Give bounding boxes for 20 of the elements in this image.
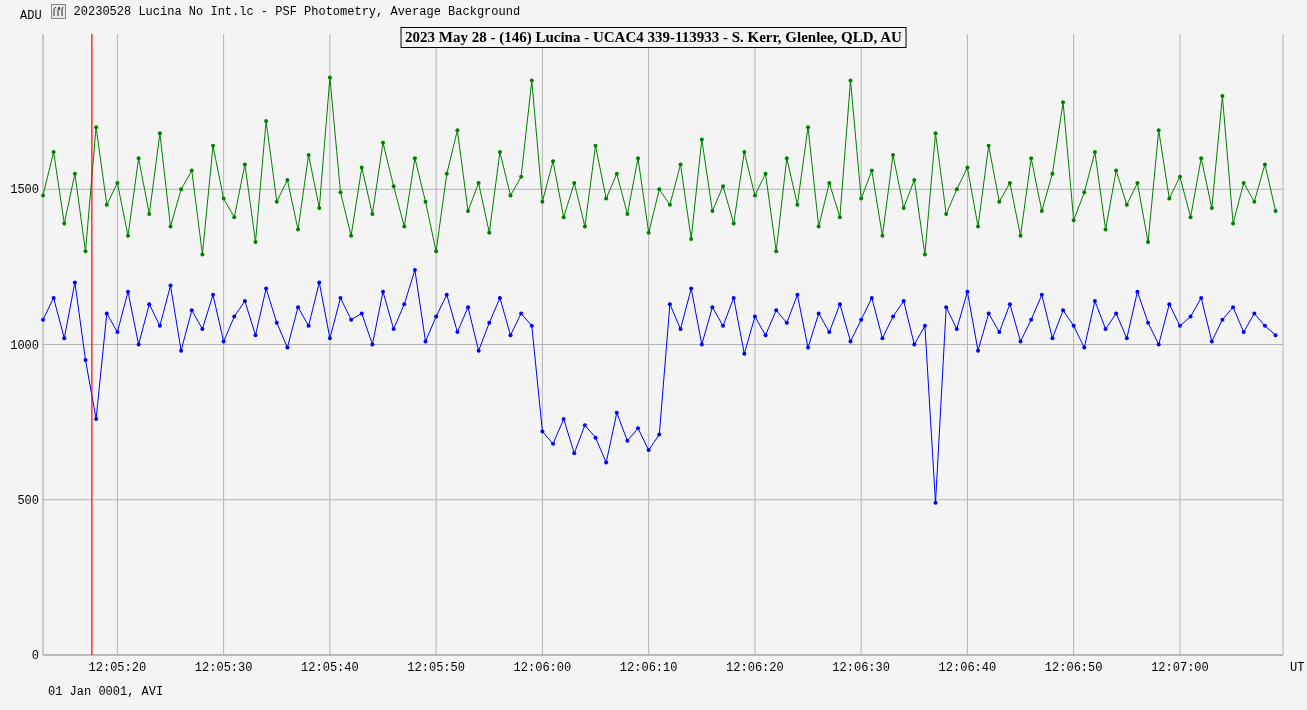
axis-label: UT [1290,661,1305,675]
tick-label: 1000 [10,338,39,353]
tick-label: 12:06:40 [938,661,997,675]
window-title: 20230528 Lucina No Int.lc - PSF Photometry, Average Background [73,5,521,19]
tick-label: 12:06:30 [832,661,890,675]
axis-label: ADU [20,10,42,22]
tick-label: 12:05:30 [194,661,253,675]
tick-label: 500 [17,493,39,508]
footer-text: 01 Jan 0001, AVI [48,685,165,699]
tick-label: 12:05:20 [88,661,147,675]
tick-label: 12:07:00 [1151,661,1209,675]
tick-label: 12:06:00 [513,661,572,675]
tick-label: 12:06:20 [726,661,784,675]
chart-title: 2023 May 28 - (146) Lucina - UCAC4 339-113933 - S. Kerr, Glenlee, QLD, AU [400,27,907,48]
tick-label: 12:06:10 [619,661,678,675]
tick-label: 12:05:40 [301,661,359,675]
tick-label: 12:05:50 [407,661,465,675]
tick-label: 1500 [10,183,39,198]
tick-label: 12:06:50 [1044,661,1103,675]
tick-label: 0 [31,649,39,663]
